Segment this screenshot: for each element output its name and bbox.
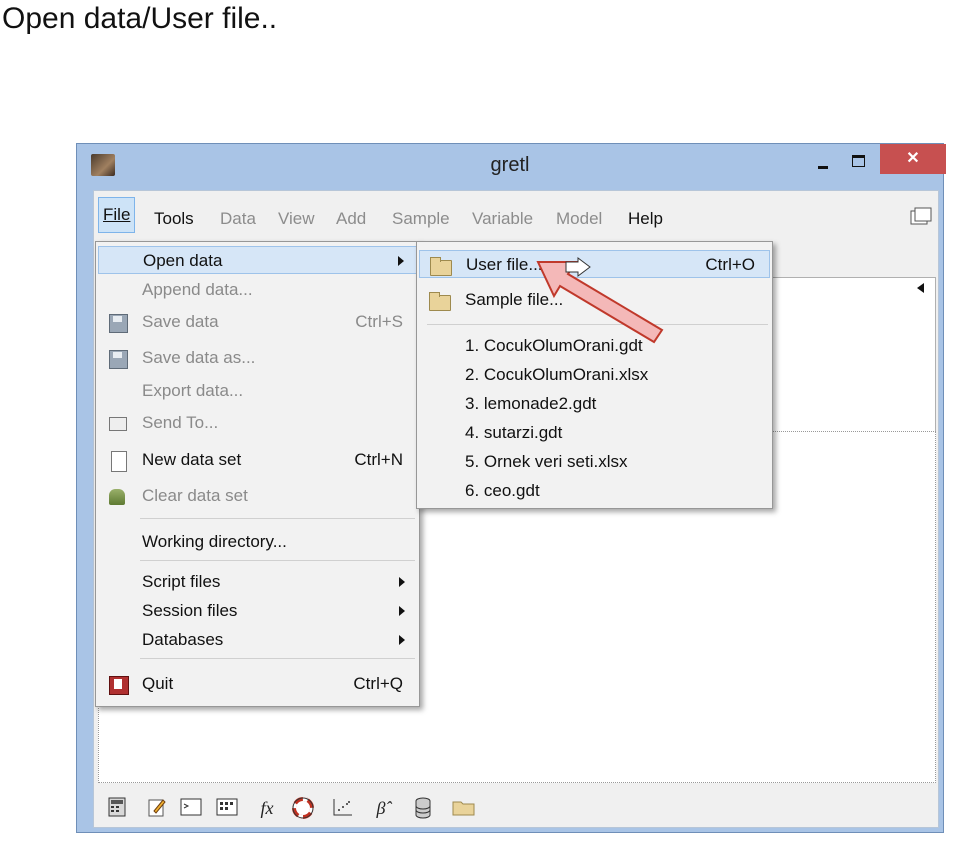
- recent-file-label: 5. Ornek veri seti.xlsx: [465, 452, 628, 471]
- menu-view-label: View: [278, 209, 315, 228]
- open-folder-icon[interactable]: [452, 797, 475, 819]
- send-icon: [106, 412, 128, 434]
- send-to-label: Send To...: [142, 413, 219, 432]
- file-menu-send-to[interactable]: Send To...: [98, 409, 417, 437]
- file-menu-save-data-as[interactable]: Save data as...: [98, 344, 417, 372]
- close-icon: ✕: [906, 150, 920, 167]
- file-menu-open-data[interactable]: Open data: [98, 246, 417, 274]
- recent-file-label: 2. CocukOlumOrani.xlsx: [465, 365, 649, 384]
- user-file-shortcut: Ctrl+O: [705, 255, 755, 274]
- fx-icon[interactable]: fx: [252, 797, 282, 819]
- lifebuoy-icon[interactable]: [292, 797, 314, 819]
- submenu-arrow-icon: [399, 635, 405, 645]
- menu-variable-label: Variable: [472, 209, 534, 228]
- append-data-label: Append data...: [142, 280, 253, 299]
- menu-bar: File Tools Data View Add Sample Variable…: [94, 191, 938, 241]
- file-menu-clear-data-set[interactable]: Clear data set: [98, 482, 417, 510]
- menu-tools-label: Tools: [154, 209, 194, 228]
- menu-separator: [140, 560, 415, 561]
- save-icon: [106, 311, 128, 333]
- menu-data-label: Data: [220, 209, 256, 228]
- quit-shortcut: Ctrl+Q: [353, 674, 403, 693]
- menu-help-label: Help: [628, 209, 663, 228]
- maximize-button[interactable]: [849, 151, 869, 171]
- menu-data[interactable]: Data: [216, 207, 260, 231]
- recent-file-label: 4. sutarzi.gdt: [465, 423, 563, 442]
- recent-file-label: 3. lemonade2.gdt: [465, 394, 597, 413]
- callout-arrow-icon: [536, 257, 664, 344]
- save-data-as-label: Save data as...: [142, 348, 256, 367]
- file-menu-save-data[interactable]: Save data Ctrl+S: [98, 308, 417, 336]
- file-menu-databases[interactable]: Databases: [98, 626, 417, 654]
- window-layout-icon[interactable]: [910, 207, 932, 227]
- file-menu-new-data-set[interactable]: New data set Ctrl+N: [98, 446, 417, 474]
- recent-file-item[interactable]: 3. lemonade2.gdt: [419, 390, 770, 418]
- recent-file-item[interactable]: 5. Ornek veri seti.xlsx: [419, 448, 770, 476]
- clear-icon: [106, 485, 128, 507]
- beta-hat-icon[interactable]: β̂: [370, 797, 392, 819]
- open-data-label: Open data: [143, 251, 223, 270]
- scatter-plot-icon[interactable]: [332, 797, 354, 819]
- menu-separator: [140, 658, 415, 659]
- menu-sample[interactable]: Sample: [388, 207, 454, 231]
- export-data-label: Export data...: [142, 381, 244, 400]
- menu-add-label: Add: [336, 209, 367, 228]
- file-menu-working-directory[interactable]: Working directory...: [98, 528, 417, 556]
- save-as-icon: [106, 347, 128, 369]
- folder-icon: [427, 289, 451, 311]
- menu-separator: [140, 518, 415, 519]
- file-menu-quit[interactable]: Quit Ctrl+Q: [98, 670, 417, 698]
- close-button[interactable]: ✕: [880, 144, 946, 174]
- menu-file-label: File: [103, 205, 131, 224]
- slide-title: Open data/User file..: [2, 2, 278, 35]
- new-data-set-label: New data set: [142, 450, 242, 469]
- recent-file-item[interactable]: 4. sutarzi.gdt: [419, 419, 770, 447]
- menu-add[interactable]: Add: [332, 207, 370, 231]
- folder-icon: [428, 254, 452, 276]
- bottom-toolbar: fx β̂: [100, 785, 934, 825]
- file-menu-append-data[interactable]: Append data...: [98, 276, 417, 304]
- new-document-icon: [106, 449, 128, 472]
- collapse-arrow-icon[interactable]: [917, 283, 924, 293]
- file-menu-export-data[interactable]: Export data...: [98, 377, 417, 405]
- minimize-button[interactable]: [813, 156, 833, 176]
- file-menu-script-files[interactable]: Script files: [98, 568, 417, 596]
- fx-label: fx: [260, 798, 274, 818]
- quit-icon: [106, 673, 129, 695]
- menu-sample-label: Sample: [392, 209, 450, 228]
- edit-icon[interactable]: [146, 797, 168, 819]
- menu-file[interactable]: File: [98, 197, 136, 233]
- save-data-shortcut: Ctrl+S: [355, 312, 403, 331]
- submenu-arrow-icon: [398, 256, 404, 266]
- file-menu: Open data Append data... Save data Ctrl+…: [95, 241, 420, 707]
- submenu-arrow-icon: [399, 606, 405, 616]
- menu-model[interactable]: Model: [552, 207, 606, 231]
- menu-variable[interactable]: Variable: [468, 207, 537, 231]
- script-files-label: Script files: [142, 572, 221, 591]
- title-bar[interactable]: gretl ✕: [77, 144, 946, 188]
- clear-data-set-label: Clear data set: [142, 486, 248, 505]
- quit-label: Quit: [142, 674, 174, 693]
- file-menu-session-files[interactable]: Session files: [98, 597, 417, 625]
- menu-model-label: Model: [556, 209, 603, 228]
- working-directory-label: Working directory...: [142, 532, 287, 551]
- menu-help[interactable]: Help: [624, 207, 667, 231]
- new-data-set-shortcut: Ctrl+N: [354, 450, 403, 469]
- calculator-icon[interactable]: [106, 797, 128, 819]
- database-icon[interactable]: [412, 797, 434, 819]
- beta-hat-label: β̂: [376, 798, 386, 818]
- recent-file-item[interactable]: 6. ceo.gdt: [419, 477, 770, 505]
- terminal-icon[interactable]: [180, 797, 202, 819]
- menu-tools[interactable]: Tools: [150, 207, 198, 231]
- databases-label: Databases: [142, 630, 224, 649]
- matrix-icon[interactable]: [216, 797, 238, 819]
- menu-view[interactable]: View: [274, 207, 319, 231]
- session-files-label: Session files: [142, 601, 238, 620]
- recent-file-label: 6. ceo.gdt: [465, 481, 540, 500]
- recent-file-item[interactable]: 2. CocukOlumOrani.xlsx: [419, 361, 770, 389]
- save-data-label: Save data: [142, 312, 219, 331]
- submenu-arrow-icon: [399, 577, 405, 587]
